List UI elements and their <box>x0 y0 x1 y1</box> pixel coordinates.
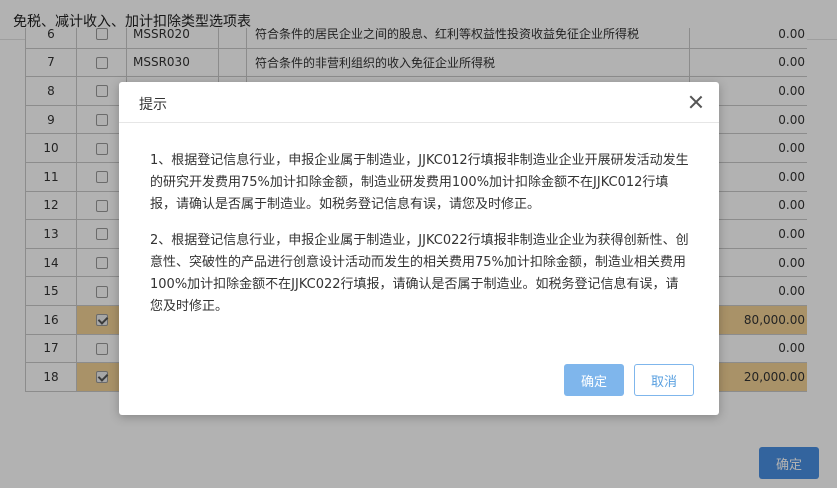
dialog-cancel-button[interactable]: 取消 <box>634 364 694 396</box>
dialog-paragraph-2: 2、根据登记信息行业，申报企业属于制造业，JJKC022行填报非制造业企业为获得… <box>150 233 689 314</box>
dialog-ok-button[interactable]: 确定 <box>564 364 624 396</box>
dialog-paragraph-1: 1、根据登记信息行业，申报企业属于制造业，JJKC012行填报非制造业企业开展研… <box>150 153 689 212</box>
close-icon[interactable] <box>687 93 705 111</box>
prompt-dialog: 提示 1、根据登记信息行业，申报企业属于制造业，JJKC012行填报非制造业企业… <box>119 82 719 415</box>
dialog-title: 提示 <box>139 97 167 113</box>
dialog-body: 1、根据登记信息行业，申报企业属于制造业，JJKC012行填报非制造业企业开展研… <box>150 150 690 332</box>
dialog-header: 提示 <box>119 82 719 123</box>
